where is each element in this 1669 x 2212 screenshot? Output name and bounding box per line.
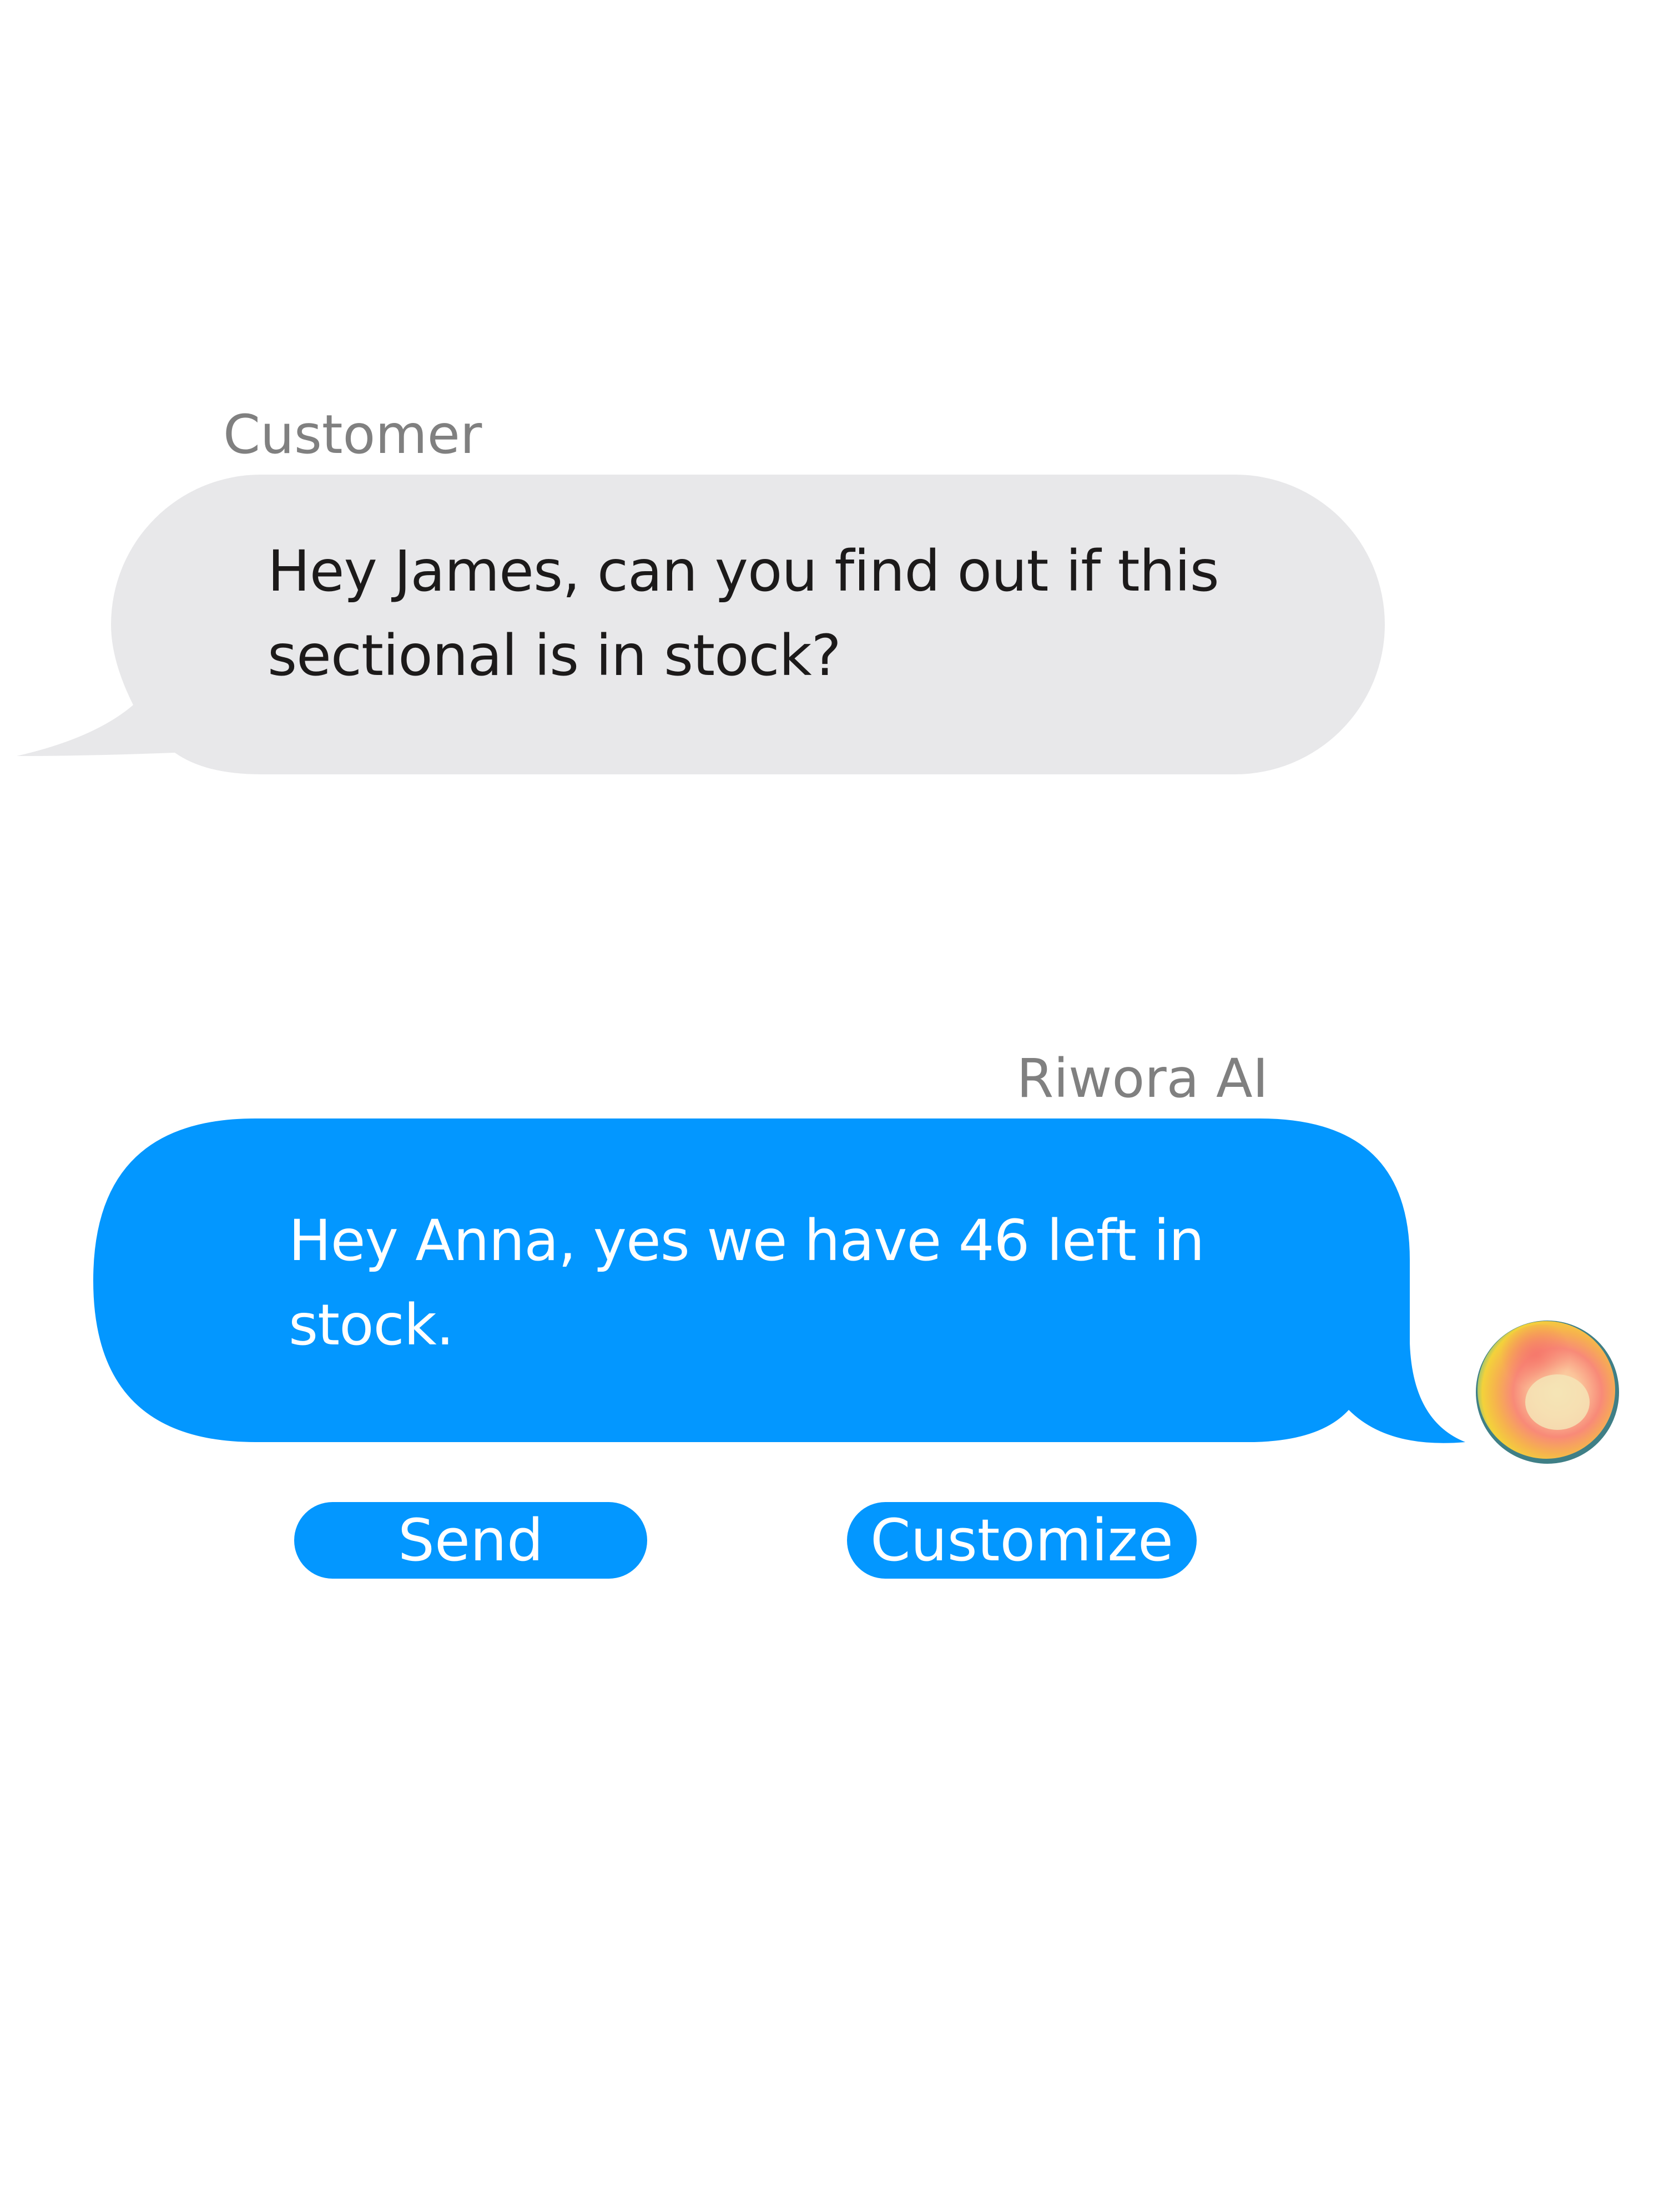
- assistant-message-text: Hey Anna, yes we have 46 left in stock.: [289, 1208, 1204, 1358]
- gradient-orb-icon: [1476, 1321, 1619, 1464]
- send-button[interactable]: Send: [294, 1502, 647, 1579]
- customize-button[interactable]: Customize: [847, 1502, 1197, 1579]
- assistant-bubble-shape: [93, 1118, 1465, 1443]
